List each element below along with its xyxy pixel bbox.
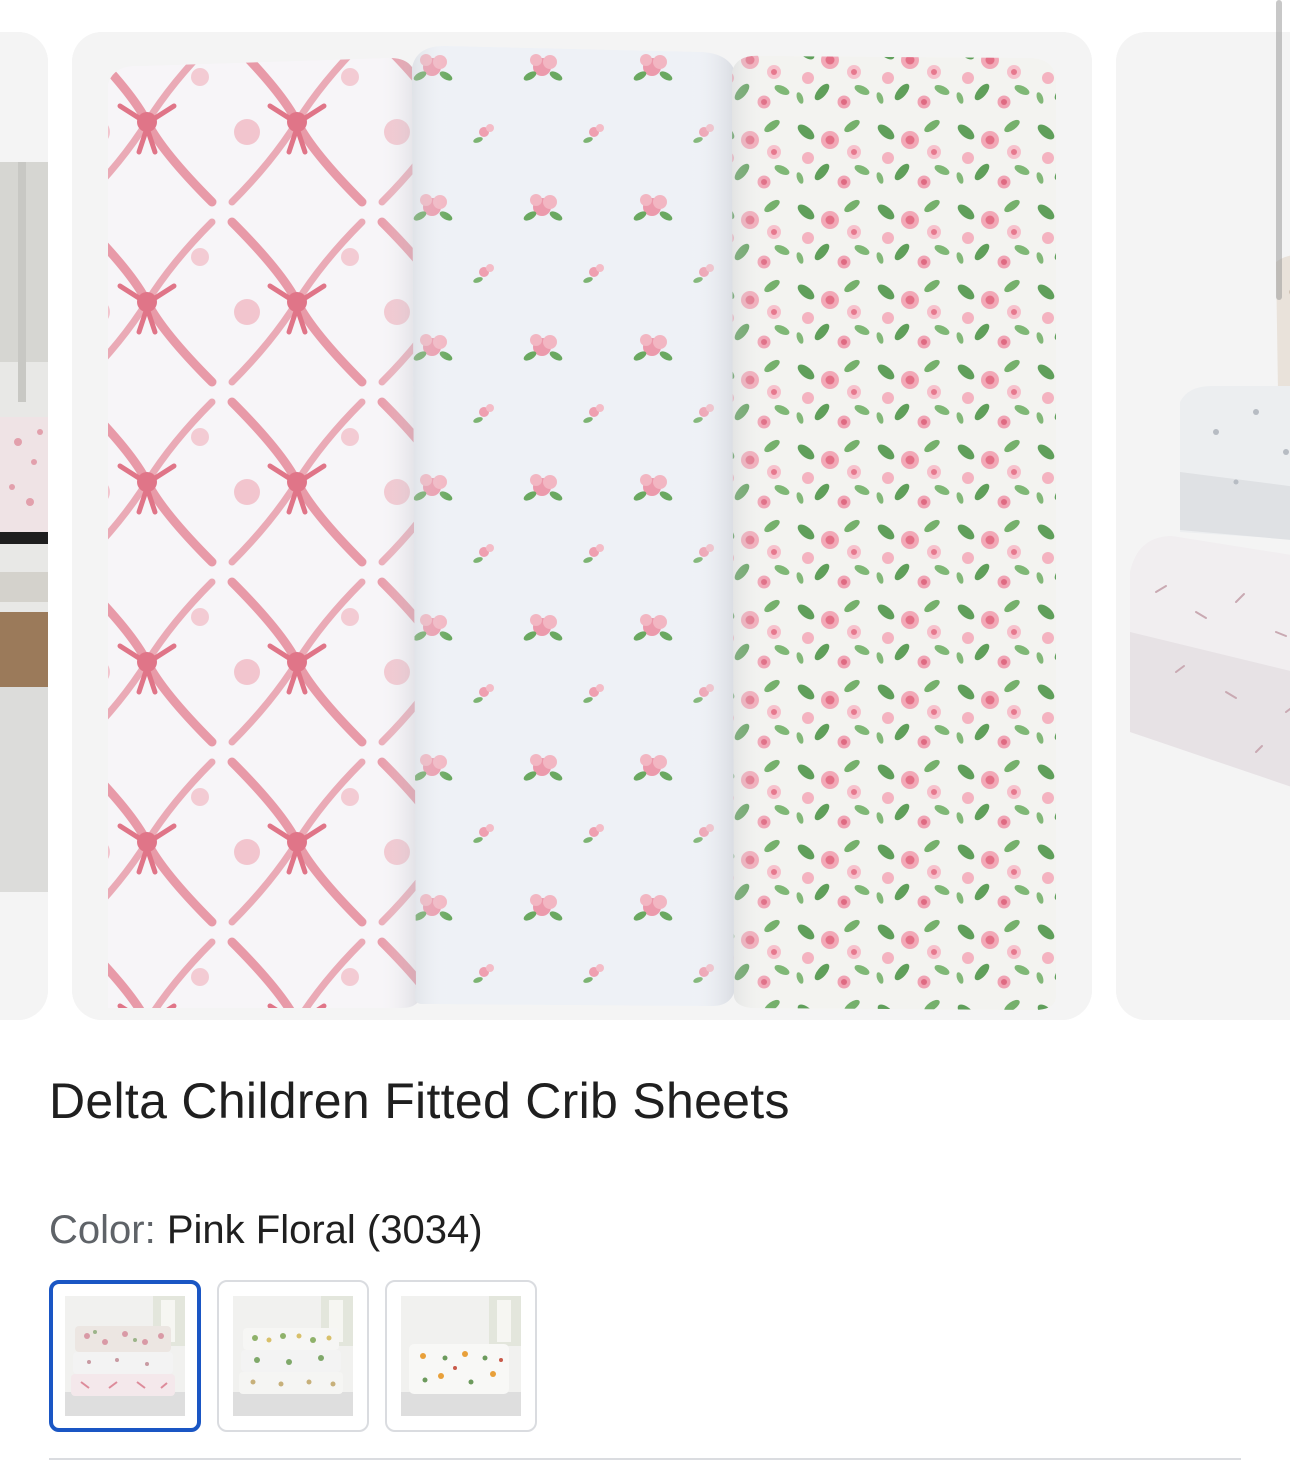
product-title: Delta Children Fitted Crib Sheets (49, 1073, 790, 1129)
selected-color-value: Pink Floral (3034) (166, 1208, 483, 1252)
image-carousel[interactable] (0, 0, 1290, 1030)
fabric-roll-rosebuds (412, 46, 737, 1006)
color-swatch-variant-3[interactable] (385, 1280, 537, 1432)
crib-sheets-rolls-photo (72, 32, 1092, 1020)
carousel-image-next[interactable] (1116, 32, 1290, 1020)
stacked-sheets-photo-next (1116, 32, 1290, 1020)
carousel-image-main[interactable] (72, 32, 1092, 1020)
section-divider (49, 1458, 1241, 1460)
color-swatch-pink-floral[interactable] (49, 1280, 201, 1432)
color-selection-line: Color: Pink Floral (3034) (49, 1208, 483, 1253)
crib-photo-previous (0, 32, 48, 1020)
product-page: Delta Children Fitted Crib Sheets Color:… (0, 0, 1290, 1475)
color-label: Color: (49, 1208, 156, 1252)
fabric-roll-roses (732, 55, 1056, 1011)
page-scrollbar[interactable] (1276, 0, 1282, 300)
swatch-thumbnail-pink-floral (65, 1296, 185, 1416)
swatch-thumbnail-variant-2 (233, 1296, 353, 1416)
color-swatch-variant-2[interactable] (217, 1280, 369, 1432)
swatch-thumbnail-variant-3 (401, 1296, 521, 1416)
fabric-roll-ribbons (108, 58, 422, 1008)
carousel-image-previous[interactable] (0, 32, 48, 1020)
